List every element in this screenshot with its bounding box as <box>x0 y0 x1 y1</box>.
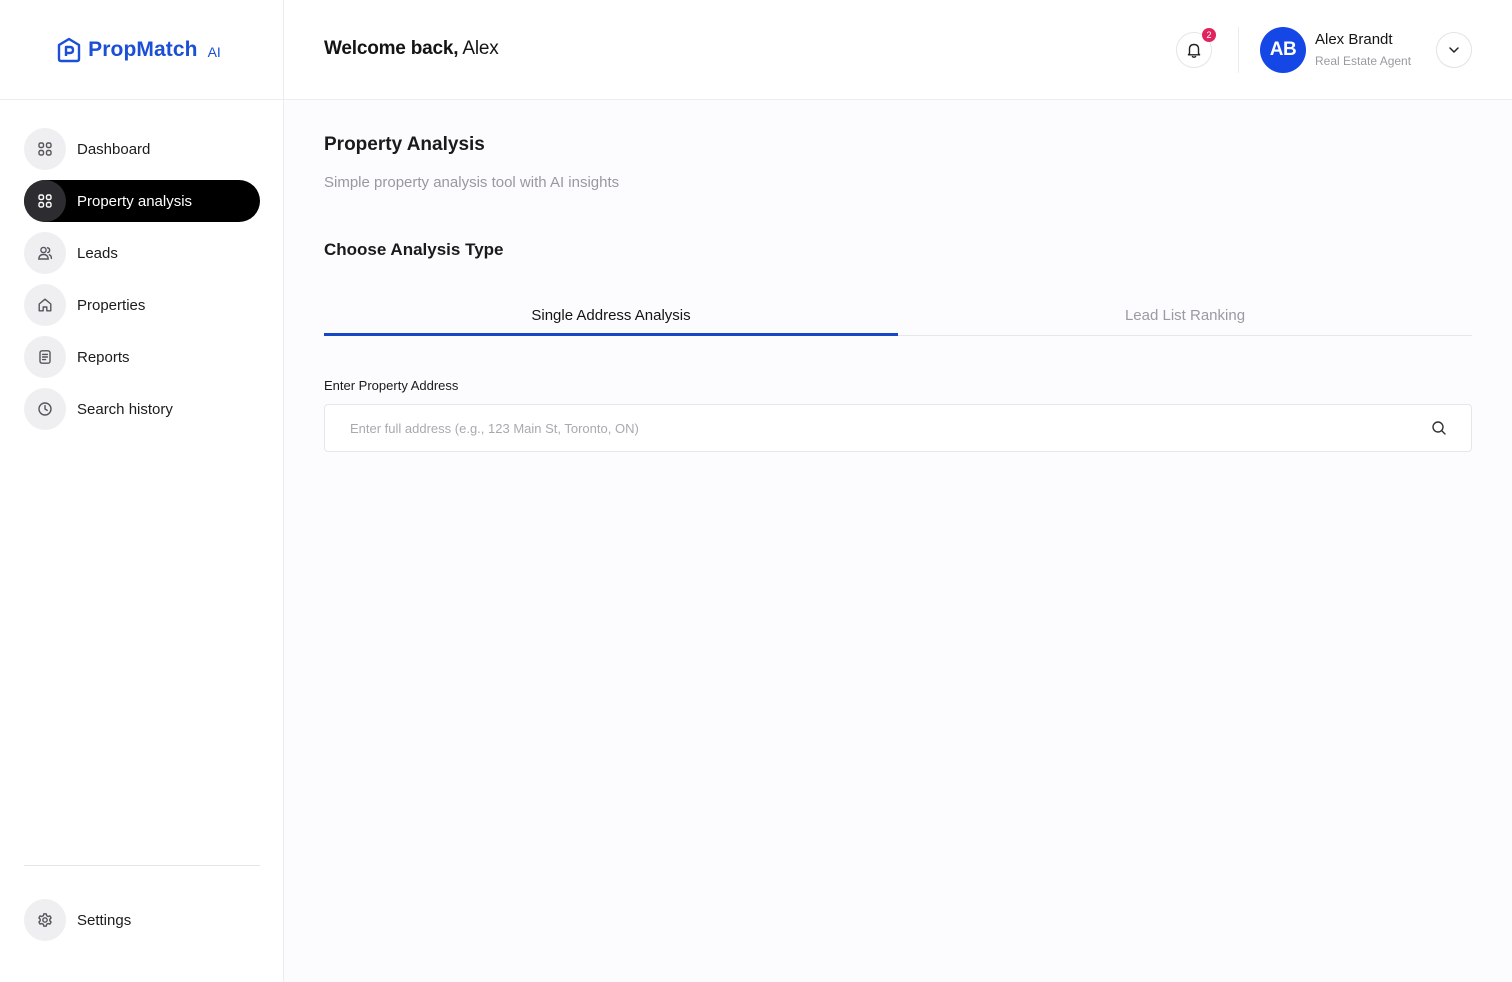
brand-logo[interactable]: PropMatch AI <box>56 37 221 63</box>
sidebar-item-settings[interactable]: Settings <box>24 899 260 941</box>
sidebar: PropMatch AI Dashboard Property analysis <box>0 0 284 982</box>
sidebar-item-label: Properties <box>77 296 146 314</box>
user-menu-button[interactable] <box>1436 32 1472 68</box>
sidebar-item-label: Search history <box>77 400 173 418</box>
sidebar-item-search-history[interactable]: Search history <box>24 388 260 430</box>
address-field-label: Enter Property Address <box>324 378 459 393</box>
address-field <box>324 404 1472 452</box>
sidebar-item-dashboard[interactable]: Dashboard <box>24 128 260 170</box>
sidebar-nav: Dashboard Property analysis Leads Proper… <box>24 128 260 440</box>
user-role: Real Estate Agent <box>1315 54 1412 68</box>
avatar[interactable]: AB <box>1260 27 1306 73</box>
grid-icon <box>24 180 66 222</box>
header-divider <box>1238 27 1239 73</box>
sidebar-item-label: Dashboard <box>77 140 151 158</box>
notification-badge: 2 <box>1202 28 1216 42</box>
user-name: Alex Brandt <box>1315 31 1393 48</box>
sidebar-item-label: Settings <box>77 911 132 929</box>
tab-lead-list-ranking[interactable]: Lead List Ranking <box>898 298 1472 335</box>
address-input[interactable] <box>325 405 1405 451</box>
page-title: Property Analysis <box>324 134 485 155</box>
logo-icon <box>57 37 81 62</box>
search-icon[interactable] <box>1431 420 1447 441</box>
sidebar-item-properties[interactable]: Properties <box>24 284 260 326</box>
users-icon <box>24 232 66 274</box>
bell-icon <box>1187 43 1201 58</box>
sidebar-divider <box>24 865 260 866</box>
welcome-message: Welcome back, Alex <box>324 38 499 60</box>
logo-row: PropMatch AI <box>0 0 283 100</box>
page-subtitle: Simple property analysis tool with AI in… <box>324 174 620 191</box>
brand-name: PropMatch <box>88 37 198 61</box>
sidebar-item-leads[interactable]: Leads <box>24 232 260 274</box>
home-icon <box>24 284 66 326</box>
sidebar-item-label: Property analysis <box>77 192 193 210</box>
welcome-prefix: Welcome back, <box>324 38 459 59</box>
top-header: Welcome back, Alex 2 AB Alex Brandt Real… <box>284 0 1512 100</box>
welcome-name: Alex <box>462 38 499 59</box>
sidebar-bottom: Settings <box>24 899 260 951</box>
sidebar-item-label: Leads <box>77 244 118 262</box>
sidebar-item-property-analysis[interactable]: Property analysis <box>24 180 260 222</box>
chevron-down-icon <box>1449 47 1459 53</box>
sidebar-item-reports[interactable]: Reports <box>24 336 260 378</box>
grid-icon <box>24 128 66 170</box>
tab-single-address-analysis[interactable]: Single Address Analysis <box>324 298 898 336</box>
gear-icon <box>24 899 66 941</box>
clock-icon <box>24 388 66 430</box>
brand-suffix: AI <box>207 44 221 60</box>
analysis-type-tabs: Single Address Analysis Lead List Rankin… <box>324 298 1472 336</box>
sidebar-item-label: Reports <box>77 348 130 366</box>
document-icon <box>24 336 66 378</box>
section-title: Choose Analysis Type <box>324 240 504 259</box>
